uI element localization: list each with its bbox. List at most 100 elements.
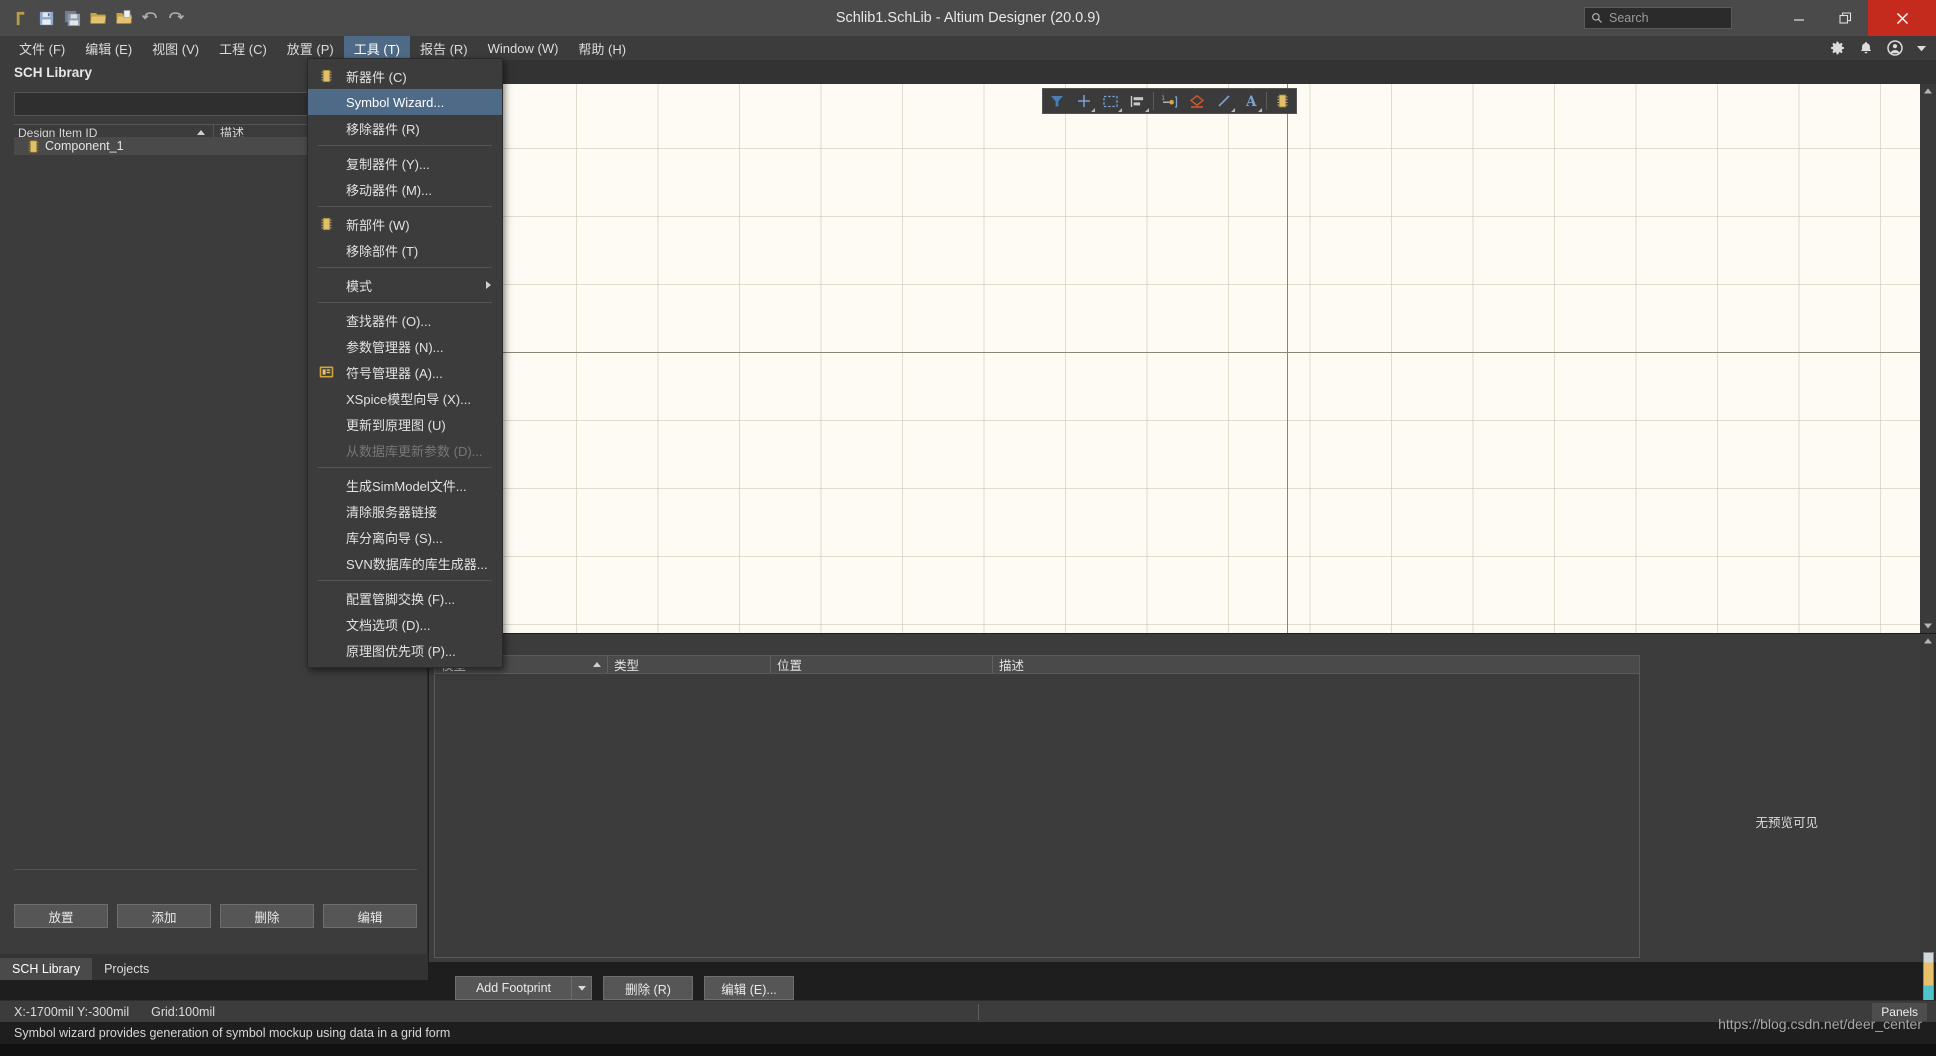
preview-empty-label: 无预览可见	[1755, 816, 1818, 830]
close-icon	[1896, 12, 1908, 24]
restore-button[interactable]	[1822, 0, 1868, 36]
menu-item-find-component[interactable]: 查找器件 (O)...	[308, 307, 502, 333]
delete-button[interactable]: 删除	[220, 904, 314, 928]
menu-item-update-to-schematic[interactable]: 更新到原理图 (U)	[308, 411, 502, 437]
menu-project[interactable]: 工程 (C)	[209, 36, 277, 60]
menu-separator	[318, 302, 492, 303]
menu-item-clear-server-links[interactable]: 清除服务器链接	[308, 498, 502, 524]
menu-item-remove-component[interactable]: 移除器件 (R)	[308, 115, 502, 141]
menu-item-configure-pin-swapping[interactable]: 配置管脚交换 (F)...	[308, 585, 502, 611]
scroll-up-icon[interactable]	[1920, 84, 1936, 98]
place-line-icon[interactable]	[1210, 89, 1237, 113]
menu-item-new-part[interactable]: 新部件 (W)	[308, 211, 502, 237]
menu-item-symbol-wizard[interactable]: Symbol Wizard...	[308, 89, 502, 115]
canvas-horizontal-axis	[429, 352, 1920, 353]
canvas-vertical-axis	[1287, 84, 1288, 633]
menu-item-label: 原理图优先项 (P)...	[346, 643, 456, 659]
menu-item-generate-simmodel-file[interactable]: 生成SimModel文件...	[308, 472, 502, 498]
menu-window[interactable]: Window (W)	[478, 36, 569, 60]
menu-item-label: 符号管理器 (A)...	[346, 365, 443, 381]
schematic-canvas[interactable]	[429, 84, 1920, 633]
select-area-icon[interactable]	[1097, 89, 1124, 113]
gear-icon[interactable]	[1830, 41, 1845, 56]
scroll-down-icon[interactable]	[1920, 619, 1936, 633]
editor-vertical-scrollbar[interactable]	[1920, 634, 1936, 962]
left-panel-tabs: SCH Library Projects	[0, 954, 428, 980]
menu-item-label: 文档选项 (D)...	[346, 617, 431, 633]
redo-icon[interactable]	[164, 6, 188, 30]
menu-item-remove-part[interactable]: 移除部件 (T)	[308, 237, 502, 263]
menu-item-xspice-model-wizard[interactable]: XSpice模型向导 (X)...	[308, 385, 502, 411]
account-icon[interactable]	[1887, 40, 1903, 56]
submenu-arrow-icon	[486, 281, 491, 289]
model-table-header: 模型 类型 位置 描述	[434, 655, 1640, 674]
menubar-right-icons	[1830, 36, 1926, 60]
menu-file[interactable]: 文件 (F)	[9, 36, 75, 60]
menu-item-move-component[interactable]: 移动器件 (M)...	[308, 176, 502, 202]
menu-place[interactable]: 放置 (P)	[277, 36, 344, 60]
scroll-up-icon[interactable]	[1920, 634, 1936, 648]
canvas-vertical-scrollbar[interactable]	[1920, 84, 1936, 633]
chevron-down-icon	[1091, 108, 1095, 112]
menu-help[interactable]: 帮助 (H)	[568, 36, 636, 60]
menu-tools[interactable]: 工具 (T)	[343, 36, 410, 60]
menu-item-document-options[interactable]: 文档选项 (D)...	[308, 611, 502, 637]
model-panel: 模型 类型 位置 描述	[429, 652, 1920, 962]
align-icon[interactable]	[1124, 89, 1151, 113]
global-search-input[interactable]: Search	[1584, 7, 1732, 29]
altium-logo-icon[interactable]	[8, 6, 32, 30]
menu-item-new-component[interactable]: 新器件 (C)	[308, 63, 502, 89]
filter-icon[interactable]	[1043, 89, 1070, 113]
menu-item-mode[interactable]: 模式	[308, 272, 502, 298]
add-button[interactable]: 添加	[117, 904, 211, 928]
chevron-down-icon[interactable]	[571, 977, 591, 999]
menu-separator	[318, 145, 492, 146]
column-header-location[interactable]: 位置	[771, 656, 993, 673]
edit-model-button[interactable]: 编辑 (E)...	[704, 976, 794, 1000]
chevron-down-icon[interactable]	[1917, 45, 1926, 52]
toolbar-separator	[1153, 92, 1154, 110]
column-header-model-description[interactable]: 描述	[993, 656, 1639, 673]
open-project-icon[interactable]	[112, 6, 136, 30]
menu-item-schematic-preferences[interactable]: 原理图优先项 (P)...	[308, 637, 502, 663]
undo-icon[interactable]	[138, 6, 162, 30]
place-pin-icon[interactable]: 1	[1156, 89, 1183, 113]
component-icon	[318, 68, 335, 85]
status-divider	[978, 1004, 979, 1020]
close-button[interactable]	[1868, 0, 1936, 36]
menu-item-label: SVN数据库的库生成器...	[346, 556, 488, 572]
restore-icon	[1838, 11, 1851, 24]
menu-edit[interactable]: 编辑 (E)	[75, 36, 142, 60]
status-bar: X:-1700mil Y:-300mil Grid:100mil Panels	[0, 1000, 1936, 1022]
open-folder-icon[interactable]	[86, 6, 110, 30]
bell-icon[interactable]	[1859, 41, 1873, 56]
menu-item-label: 配置管脚交换 (F)...	[346, 591, 456, 607]
place-button[interactable]: 放置	[14, 904, 108, 928]
tab-projects[interactable]: Projects	[92, 958, 162, 980]
save-all-icon[interactable]	[60, 6, 84, 30]
tab-sch-library[interactable]: SCH Library	[0, 958, 93, 980]
minimize-button[interactable]	[1776, 0, 1822, 36]
menu-item-update-params-from-database: 从数据库更新参数 (D)...	[308, 437, 502, 463]
menu-item-copy-component[interactable]: 复制器件 (Y)...	[308, 150, 502, 176]
place-text-icon[interactable]: A	[1237, 89, 1264, 113]
menu-item-parameter-manager[interactable]: 参数管理器 (N)...	[308, 333, 502, 359]
menu-item-svn-database-library-maker[interactable]: SVN数据库的库生成器...	[308, 550, 502, 576]
save-icon[interactable]	[34, 6, 58, 30]
crosshair-icon[interactable]	[1070, 89, 1097, 113]
menu-item-label: 移除部件 (T)	[346, 243, 419, 259]
delete-model-button[interactable]: 删除 (R)	[603, 976, 693, 1000]
menu-item-label: 库分离向导 (S)...	[346, 530, 443, 546]
add-footprint-label: Add Footprint	[475, 981, 552, 995]
model-table-body[interactable]	[434, 674, 1640, 958]
place-component-icon[interactable]	[1269, 89, 1296, 113]
menu-item-symbol-manager[interactable]: 符号管理器 (A)...	[308, 359, 502, 385]
column-header-type[interactable]: 类型	[608, 656, 771, 673]
menu-reports[interactable]: 报告 (R)	[410, 36, 478, 60]
menu-item-library-splitter-wizard[interactable]: 库分离向导 (S)...	[308, 524, 502, 550]
quick-access-toolbar	[8, 5, 188, 31]
add-footprint-button[interactable]: Add Footprint	[455, 976, 592, 1000]
menu-view[interactable]: 视图 (V)	[142, 36, 209, 60]
edit-button[interactable]: 编辑	[323, 904, 417, 928]
place-polygon-icon[interactable]	[1183, 89, 1210, 113]
